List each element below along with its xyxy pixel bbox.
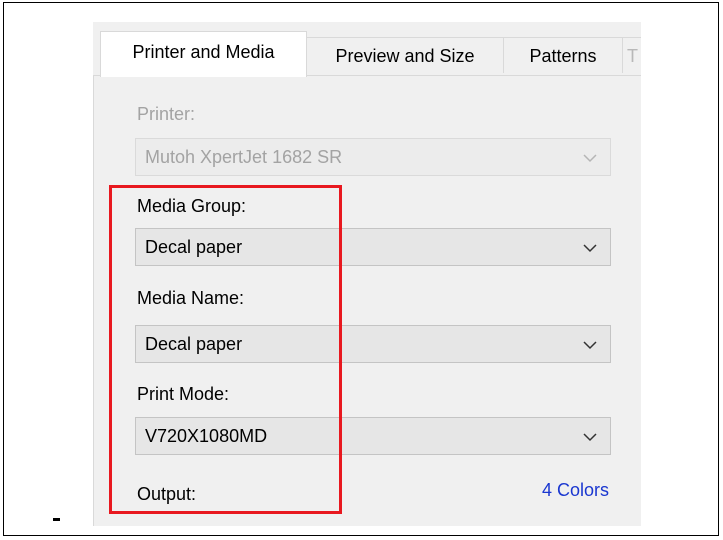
chevron-down-icon xyxy=(583,244,597,253)
media-name-dropdown[interactable]: Decal paper xyxy=(135,325,611,363)
output-value: 4 Colors xyxy=(541,480,609,500)
media-group-label: Media Group: xyxy=(137,196,247,216)
cut-off-glyph xyxy=(53,518,60,521)
chevron-down-icon xyxy=(583,341,597,350)
media-group-dropdown[interactable]: Decal paper xyxy=(135,228,611,266)
media-name-value: Decal paper xyxy=(145,334,243,354)
print-settings-dialog: Printer and Media Preview and Size Patte… xyxy=(93,22,641,526)
printer-value: Mutoh XpertJet 1682 SR xyxy=(145,147,343,167)
print-mode-label: Print Mode: xyxy=(137,384,230,404)
output-label: Output: xyxy=(137,484,197,504)
tab-printer-and-media[interactable]: Printer and Media xyxy=(100,31,307,77)
printer-and-media-panel: Printer: Mutoh XpertJet 1682 SR Media Gr… xyxy=(93,76,641,526)
tab-preview-and-size[interactable]: Preview and Size xyxy=(306,37,504,73)
tab-patterns[interactable]: Patterns xyxy=(503,37,623,73)
media-group-value: Decal paper xyxy=(145,237,243,257)
tab-truncated[interactable]: T xyxy=(622,37,641,73)
printer-dropdown: Mutoh XpertJet 1682 SR xyxy=(135,138,611,176)
chevron-down-icon xyxy=(583,154,597,163)
media-name-label: Media Name: xyxy=(137,288,245,308)
tab-strip: Printer and Media Preview and Size Patte… xyxy=(93,22,641,77)
printer-label: Printer: xyxy=(137,104,196,124)
print-mode-value: V720X1080MD xyxy=(145,426,268,446)
print-mode-dropdown[interactable]: V720X1080MD xyxy=(135,417,611,455)
chevron-down-icon xyxy=(583,433,597,442)
